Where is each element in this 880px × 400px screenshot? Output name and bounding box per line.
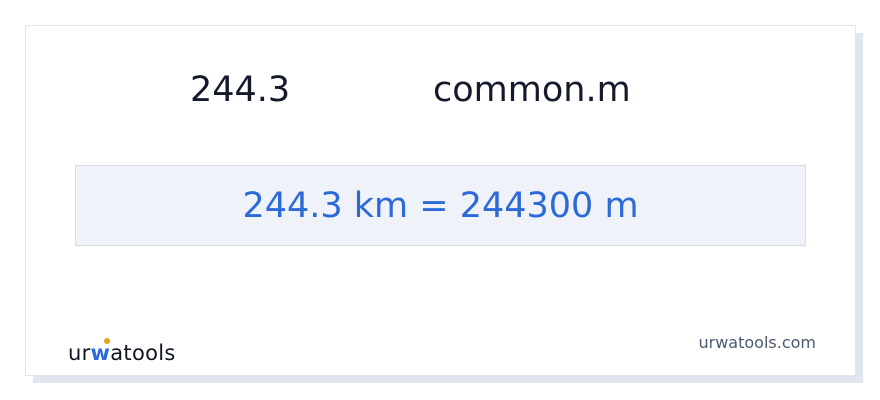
logo-dot-icon <box>104 338 110 344</box>
converter-card: 244.3 common.m 244.3 km = 244300 m ur w at… <box>25 25 856 376</box>
conversion-result: 244.3 km = 244300 m <box>242 185 639 226</box>
logo-text-suffix: atools <box>110 341 176 365</box>
logo-text-prefix: ur <box>68 341 91 365</box>
input-value: 244.3 <box>190 70 291 110</box>
urwatools-logo[interactable]: ur w atools <box>68 335 176 365</box>
logo-text-highlight: w <box>90 341 111 365</box>
site-url-link[interactable]: urwatools.com <box>699 333 817 353</box>
result-box: 244.3 km = 244300 m <box>75 165 806 246</box>
target-unit-label: common.m <box>433 70 631 110</box>
